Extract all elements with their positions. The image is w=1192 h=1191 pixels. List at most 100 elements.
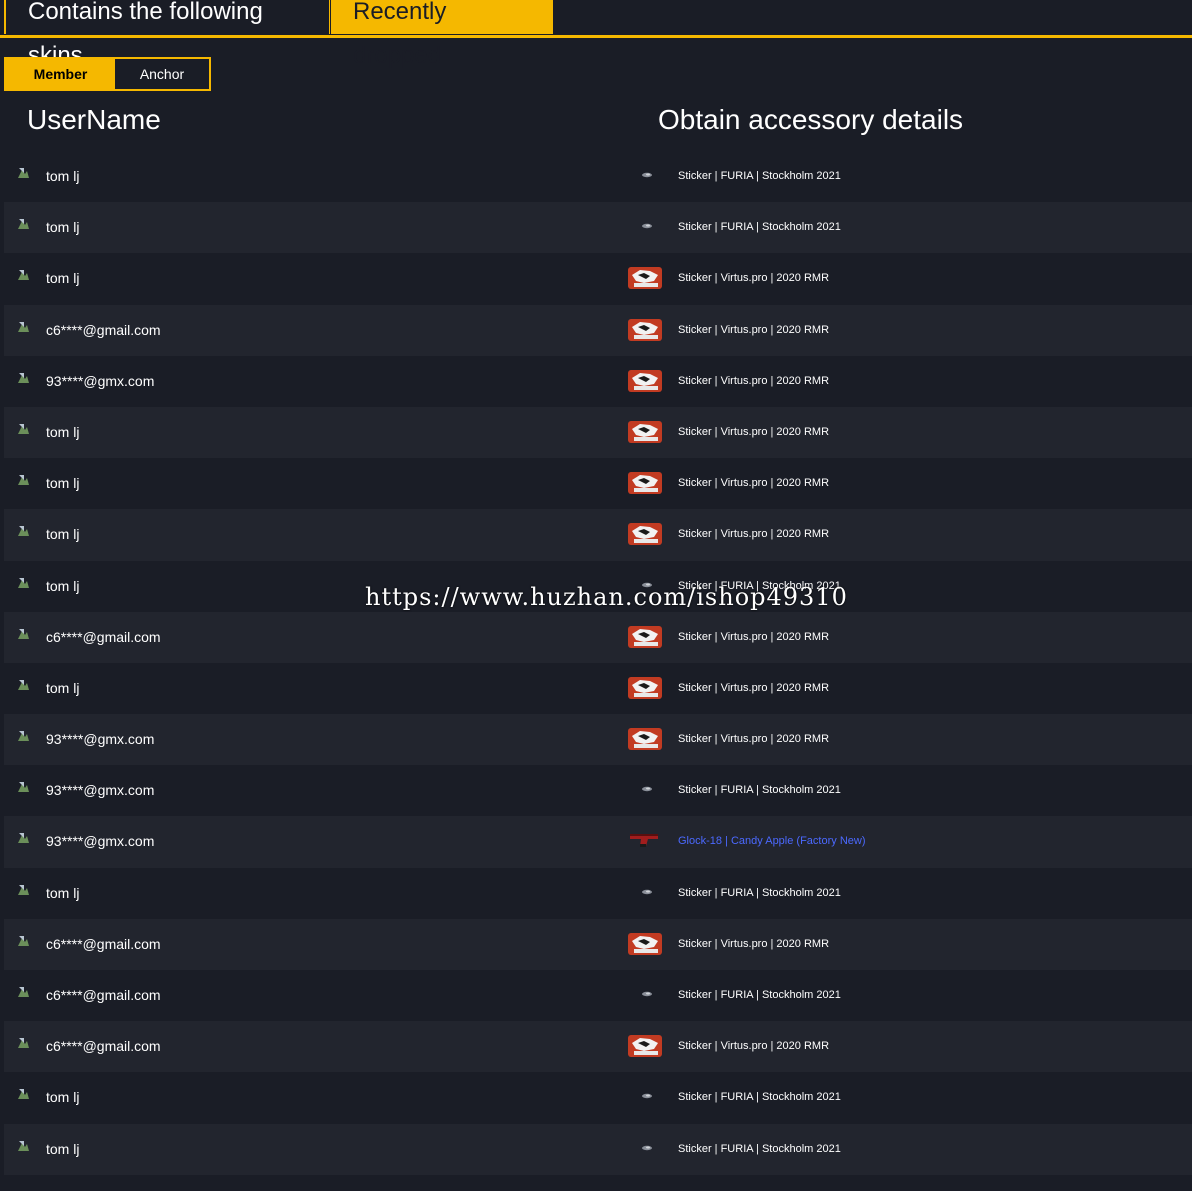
- username-text: c6****@gmail.com: [46, 987, 161, 1003]
- avatar-icon: [17, 371, 30, 384]
- username-text: c6****@gmail.com: [46, 935, 161, 952]
- table-row: tom lj Sticker | Virtus.pro | 2020 RMR: [4, 253, 1192, 304]
- item-name-text: Sticker | Virtus.pro | 2020 RMR: [678, 937, 830, 950]
- username-text: c6****@gmail.com: [46, 1038, 161, 1055]
- small-sticker-icon: [624, 210, 664, 242]
- tab-bar: Contains the following skins Recently dr…: [0, 0, 1192, 69]
- avatar-icon: [17, 524, 30, 537]
- avatar-icon: [17, 217, 30, 230]
- avatar-icon: [17, 729, 30, 742]
- item-name-text: Sticker | Virtus.pro | 2020 RMR: [678, 374, 830, 387]
- username-text: tom lj: [46, 168, 80, 184]
- table-row: tom lj Sticker | FURIA | Stockholm 2021: [4, 868, 1192, 919]
- virtus-pro-sticker-icon: [624, 466, 664, 498]
- item-name-text: Sticker | Virtus.pro | 2020 RMR: [678, 1040, 830, 1053]
- member-button[interactable]: Member: [6, 59, 115, 89]
- small-sticker-icon: [624, 876, 664, 908]
- table-row: 93****@gmx.com Sticker | FURIA | Stockhol…: [4, 765, 1192, 816]
- table-row: c6****@gmail.com Sticker | Virtus.pro | 2…: [4, 304, 1192, 356]
- virtus-pro-sticker-icon: [624, 415, 664, 447]
- virtus-pro-sticker-icon: [624, 517, 664, 549]
- table-row: tom lj Sticker | FURIA | Stockholm 2021: [4, 1072, 1192, 1123]
- tab-contains-skins[interactable]: Contains the following skins: [4, 0, 330, 69]
- item-name-text: Glock-18 | Candy Apple (Factory New): [678, 835, 866, 848]
- username-text: tom lj: [46, 1089, 80, 1106]
- virtus-pro-sticker-icon: [624, 620, 664, 652]
- virtus-pro-sticker-icon: [624, 1029, 664, 1061]
- avatar-icon: [17, 985, 30, 998]
- username-text: tom lj: [46, 475, 80, 492]
- avatar-icon: [17, 678, 30, 691]
- username-text: tom lj: [46, 884, 80, 901]
- table-row: tom lj Sticker | Virtus.pro | 2020 RMR: [4, 509, 1192, 561]
- virtus-pro-sticker-icon: [624, 671, 664, 703]
- virtus-pro-sticker-icon: [624, 927, 664, 959]
- avatar-icon: [17, 780, 30, 793]
- table-row: tom lj Sticker | FURIA | Stockholm 2021: [4, 1123, 1192, 1175]
- watermark-text: https://www.huzhan.com/ishop49310: [365, 583, 848, 611]
- table-row: 93****@gmx.com Sticker | Virtus.pro | 202…: [4, 714, 1192, 766]
- item-name-text: Sticker | FURIA | Stockholm 2021: [678, 1091, 841, 1104]
- username-text: tom lj: [46, 577, 80, 594]
- avatar-icon: [17, 473, 30, 486]
- details-column-header: Obtain accessory details: [658, 104, 964, 135]
- item-name-text: Sticker | Virtus.pro | 2020 RMR: [678, 733, 830, 746]
- avatar-icon: [17, 831, 30, 844]
- table-row: c6****@gmail.com Sticker | FURIA | Stockh…: [4, 970, 1192, 1021]
- virtus-pro-sticker-icon: [624, 722, 664, 754]
- item-name-text: Sticker | Virtus.pro | 2020 RMR: [678, 272, 830, 285]
- username-text: tom lj: [46, 679, 80, 696]
- username-text: c6****@gmail.com: [46, 321, 161, 338]
- username-column-header: UserName: [27, 104, 161, 135]
- username-text: tom lj: [46, 270, 80, 287]
- item-name-text: Sticker | FURIA | Stockholm 2021: [678, 221, 841, 234]
- table-row: c6****@gmail.com Sticker | Virtus.pro | 2…: [4, 1021, 1192, 1073]
- virtus-pro-sticker-icon: [624, 313, 664, 345]
- small-sticker-icon: [624, 1080, 664, 1112]
- username-text: tom lj: [46, 526, 80, 543]
- username-text: 93****@gmx.com: [46, 833, 155, 850]
- small-sticker-icon: [624, 1132, 664, 1164]
- small-sticker-icon: [624, 773, 664, 805]
- avatar-icon: [17, 166, 30, 179]
- avatar-icon: [17, 1087, 30, 1100]
- item-name-text: Sticker | FURIA | Stockholm 2021: [678, 1142, 841, 1155]
- username-text: c6****@gmail.com: [46, 628, 161, 645]
- avatar-icon: [17, 934, 30, 947]
- table-row: c6****@gmail.com Sticker | Virtus.pro | 2…: [4, 918, 1192, 970]
- username-text: 93****@gmx.com: [46, 731, 155, 748]
- avatar-icon: [17, 320, 30, 333]
- username-text: tom lj: [46, 219, 80, 236]
- table-row: 93****@gmx.com Sticker | Virtus.pro | 202…: [4, 356, 1192, 407]
- item-name-text: Sticker | Virtus.pro | 2020 RMR: [678, 630, 830, 643]
- item-name-text: Sticker | Virtus.pro | 2020 RMR: [678, 528, 830, 541]
- table-row: tom lj Sticker | Virtus.pro | 2020 RMR: [4, 663, 1192, 714]
- table-row: tom lj Sticker | Virtus.pro | 2020 RMR: [4, 458, 1192, 509]
- avatar-icon: [17, 422, 30, 435]
- virtus-pro-sticker-icon: [624, 364, 664, 396]
- glock-pistol-icon: [624, 824, 664, 856]
- table-row: c6****@gmail.com Sticker | Virtus.pro | 2…: [4, 611, 1192, 663]
- item-name-text: Sticker | FURIA | Stockholm 2021: [678, 170, 841, 182]
- anchor-button[interactable]: Anchor: [115, 59, 209, 89]
- item-name-text: Sticker | FURIA | Stockholm 2021: [678, 886, 841, 899]
- table-header: UserName Obtain accessory details: [0, 100, 1192, 144]
- avatar-icon: [17, 576, 30, 589]
- username-text: 93****@gmx.com: [46, 782, 155, 799]
- avatar-icon: [17, 627, 30, 640]
- item-name-text: Sticker | Virtus.pro | 2020 RMR: [678, 323, 830, 336]
- username-text: tom lj: [46, 423, 80, 440]
- username-text: 93****@gmx.com: [46, 372, 155, 389]
- drop-list: tom lj Sticker | FURIA | Stockholm 2021 to…: [4, 151, 1192, 1175]
- tab-recently-dropped[interactable]: Recently dropped: [331, 0, 553, 69]
- item-name-text: Sticker | Virtus.pro | 2020 RMR: [678, 477, 830, 490]
- member-anchor-toggle: Member Anchor: [4, 57, 211, 91]
- item-name-text: Sticker | Virtus.pro | 2020 RMR: [678, 425, 830, 438]
- virtus-pro-sticker-icon: [624, 261, 664, 293]
- username-text: tom lj: [46, 1140, 80, 1157]
- avatar-icon: [17, 883, 30, 896]
- table-row: 93****@gmx.com Glock-18 | Candy Apple (Fa…: [4, 816, 1192, 868]
- item-name-text: Sticker | FURIA | Stockholm 2021: [678, 989, 841, 1001]
- item-name-text: Sticker | FURIA | Stockholm 2021: [678, 784, 841, 797]
- small-sticker-icon: [624, 159, 664, 191]
